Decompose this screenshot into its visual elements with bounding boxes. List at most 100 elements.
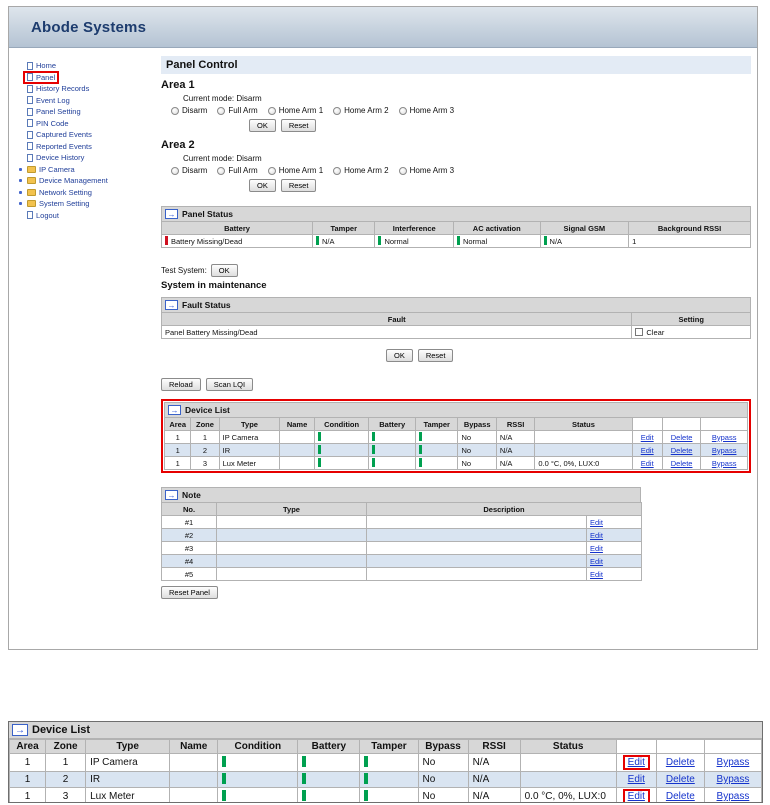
note-no: #3 <box>161 541 217 555</box>
delete-link[interactable]: Delete <box>671 433 693 442</box>
radio-option-full-arm[interactable]: Full Arm <box>217 166 258 175</box>
blue-arrow-icon <box>165 300 178 310</box>
radio-option-home-arm-3[interactable]: Home Arm 3 <box>398 106 454 115</box>
reset-button[interactable]: Reset <box>280 179 317 192</box>
ok-button[interactable]: OK <box>249 119 276 132</box>
condition-status-bar <box>222 756 227 767</box>
device-action-cell: Bypass <box>700 443 748 457</box>
radio-option-full-arm[interactable]: Full Arm <box>217 106 258 115</box>
test-system-ok-button[interactable]: OK <box>210 264 238 277</box>
panel-status-header: Panel Status <box>161 206 751 221</box>
clear-checkbox[interactable] <box>635 327 644 336</box>
ok-button[interactable]: OK <box>386 349 413 362</box>
tamper-status-bar <box>418 458 422 467</box>
sidebar-item-captured-events[interactable]: Captured Events <box>19 129 147 141</box>
sidebar-item-logout[interactable]: Logout <box>19 210 147 222</box>
test-system-label: Test System: <box>161 266 207 275</box>
edit-link[interactable]: Edit <box>590 531 603 540</box>
radio-option-disarm[interactable]: Disarm <box>171 166 207 175</box>
sidebar-item-ip-camera[interactable]: IP Camera <box>19 164 147 176</box>
bypass-link[interactable]: Bypass <box>712 433 737 442</box>
bypass-link[interactable]: Bypass <box>717 774 750 785</box>
sidebar-item-label: Logout <box>36 210 59 220</box>
device-area: 1 <box>163 430 192 444</box>
device-list-zoom-panel: Device List AreaZoneTypeNameConditionBat… <box>8 721 763 803</box>
radio-option-home-arm-1[interactable]: Home Arm 1 <box>267 106 323 115</box>
device-type: IP Camera <box>218 430 281 444</box>
tamper-status-bar <box>364 773 369 784</box>
reset-button[interactable]: Reset <box>280 119 317 132</box>
col-tamper: Tamper <box>312 221 376 235</box>
device-condition <box>313 456 370 470</box>
radio-option-disarm[interactable]: Disarm <box>171 106 207 115</box>
edit-link[interactable]: Edit <box>590 544 603 553</box>
scan-lqi-button[interactable]: Scan LQI <box>205 378 254 391</box>
device-rssi: N/A <box>495 443 536 457</box>
edit-link[interactable]: Edit <box>641 446 654 455</box>
device-bypass: No <box>457 443 497 457</box>
edit-link[interactable]: Edit <box>628 757 645 768</box>
edit-link[interactable]: Edit <box>628 791 645 802</box>
reset-panel-button[interactable]: Reset Panel <box>161 586 218 599</box>
delete-link[interactable]: Delete <box>671 446 693 455</box>
bypass-link[interactable]: Bypass <box>717 791 750 802</box>
test-system-row: Test System: OK <box>161 264 751 277</box>
edit-link[interactable]: Edit <box>628 774 645 785</box>
radio-button-icon[interactable] <box>398 106 407 115</box>
red-highlight-box: Edit <box>622 789 650 802</box>
device-action-cell: Bypass <box>703 771 762 788</box>
radio-button-icon[interactable] <box>267 106 276 115</box>
sidebar-item-panel[interactable]: Panel <box>19 70 147 84</box>
sidebar-item-label: Device Management <box>39 176 108 186</box>
edit-link[interactable]: Edit <box>590 557 603 566</box>
radio-button-icon[interactable] <box>333 106 342 115</box>
bypass-link[interactable]: Bypass <box>712 459 737 468</box>
sidebar-item-system-setting[interactable]: System Setting <box>19 198 147 210</box>
reset-button[interactable]: Reset <box>417 349 454 362</box>
device-status: 0.0 °C, 0%, LUX:0 <box>519 787 617 802</box>
radio-button-icon[interactable] <box>217 166 226 175</box>
sidebar-item-history-records[interactable]: History Records <box>19 83 147 95</box>
device-name <box>169 771 219 788</box>
radio-option-home-arm-2[interactable]: Home Arm 2 <box>333 106 389 115</box>
edit-link[interactable]: Edit <box>590 570 603 579</box>
sidebar-item-label: System Setting <box>39 199 90 209</box>
device-status <box>519 753 617 772</box>
radio-option-home-arm-2[interactable]: Home Arm 2 <box>333 166 389 175</box>
device-bypass: No <box>417 787 469 802</box>
bypass-link[interactable]: Bypass <box>712 446 737 455</box>
device-rssi: N/A <box>467 753 521 772</box>
edit-link[interactable]: Edit <box>641 459 654 468</box>
delete-link[interactable]: Delete <box>671 459 693 468</box>
sidebar-item-label: History Records <box>36 84 90 94</box>
sidebar-item-device-management[interactable]: Device Management <box>19 175 147 187</box>
radio-button-icon[interactable] <box>217 106 226 115</box>
device-col-zone: Zone <box>45 739 87 754</box>
delete-link[interactable]: Delete <box>666 757 695 768</box>
delete-link[interactable]: Delete <box>666 774 695 785</box>
delete-link[interactable]: Delete <box>666 791 695 802</box>
edit-link[interactable]: Edit <box>590 518 603 527</box>
radio-button-icon[interactable] <box>333 166 342 175</box>
sidebar-item-home[interactable]: Home <box>19 60 147 72</box>
radio-button-icon[interactable] <box>171 106 179 115</box>
sidebar-item-reported-events[interactable]: Reported Events <box>19 141 147 153</box>
sidebar-item-inner: Event Log <box>25 96 72 105</box>
reload-button[interactable]: Reload <box>161 378 201 391</box>
sidebar-item-panel-setting[interactable]: Panel Setting <box>19 106 147 118</box>
sidebar-item-event-log[interactable]: Event Log <box>19 95 147 107</box>
radio-option-home-arm-3[interactable]: Home Arm 3 <box>398 166 454 175</box>
sidebar-item-pin-code[interactable]: PIN Code <box>19 118 147 130</box>
radio-option-home-arm-1[interactable]: Home Arm 1 <box>267 166 323 175</box>
sidebar-item-network-setting[interactable]: Network Setting <box>19 187 147 199</box>
bypass-link[interactable]: Bypass <box>717 757 750 768</box>
radio-button-icon[interactable] <box>267 166 276 175</box>
ok-button[interactable]: OK <box>249 179 276 192</box>
device-rssi: N/A <box>495 456 536 470</box>
edit-link[interactable]: Edit <box>641 433 654 442</box>
sidebar-item-device-history[interactable]: Device History <box>19 152 147 164</box>
radio-button-icon[interactable] <box>171 166 179 175</box>
radio-button-icon[interactable] <box>398 166 407 175</box>
device-col-action <box>700 417 748 431</box>
note-edit-cell: Edit <box>585 567 643 581</box>
